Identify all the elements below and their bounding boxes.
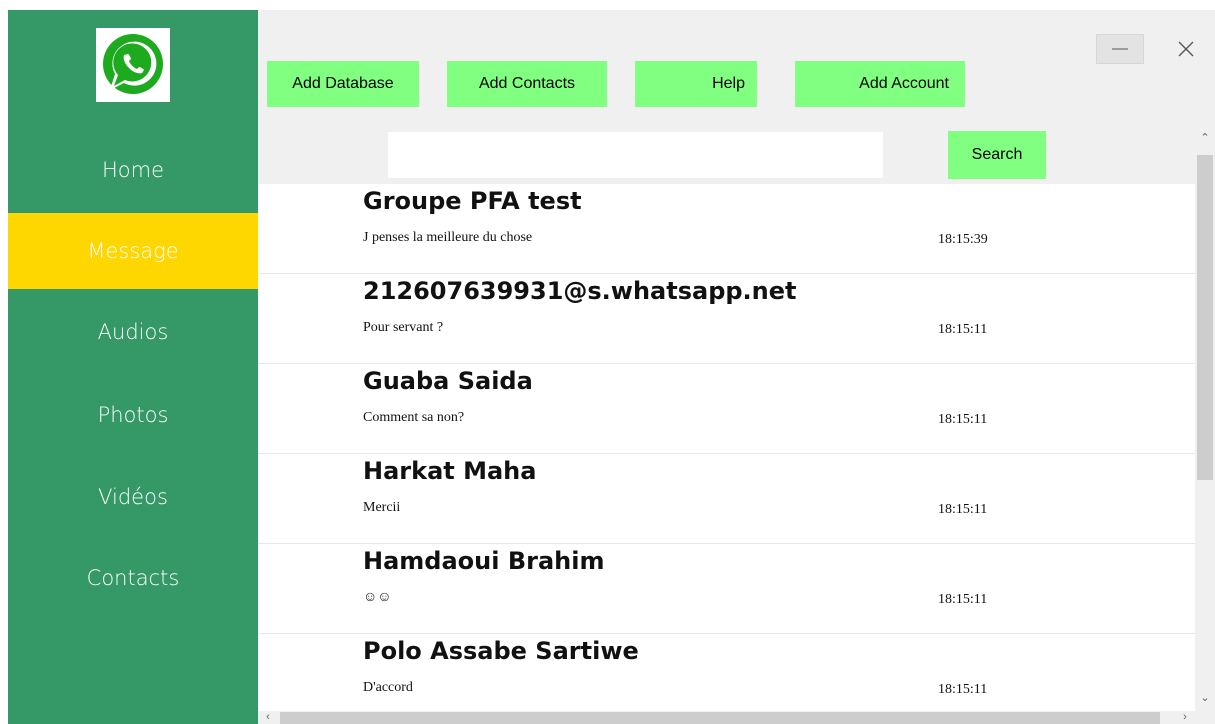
list-item[interactable]: Guaba Saida Comment sa non? 18:15:11: [258, 364, 1195, 454]
contact-name: Guaba Saida: [363, 367, 533, 395]
message-preview: Mercii: [363, 500, 401, 515]
message-time: 18:15:11: [938, 412, 988, 427]
sidebar-item-audios[interactable]: Audios: [8, 294, 258, 370]
horizontal-scrollbar[interactable]: ‹ ›: [258, 711, 1195, 724]
list-item[interactable]: Polo Assabe Sartiwe D'accord 18:15:11: [258, 634, 1195, 711]
message-preview: Comment sa non?: [363, 410, 465, 425]
sidebar-item-label: Audios: [97, 320, 169, 344]
sidebar-item-message[interactable]: Message: [8, 213, 258, 289]
list-item[interactable]: Hamdaoui Brahim ☺☺ 18:15:11: [258, 544, 1195, 634]
scroll-right-icon[interactable]: ›: [1175, 707, 1195, 724]
sidebar-item-label: Photos: [97, 403, 169, 427]
add-contacts-button[interactable]: Add Contacts: [447, 61, 607, 107]
close-button[interactable]: [1162, 34, 1210, 64]
search-button[interactable]: Search: [948, 131, 1046, 179]
scroll-left-icon[interactable]: ‹: [258, 707, 278, 724]
sidebar-item-label: Contacts: [86, 566, 180, 590]
sidebar-item-photos[interactable]: Photos: [8, 377, 258, 453]
contact-name: Polo Assabe Sartiwe: [363, 637, 639, 665]
scroll-up-icon[interactable]: ⌃: [1195, 127, 1215, 147]
sidebar-item-videos[interactable]: Vidéos: [8, 459, 258, 535]
contact-name: Hamdaoui Brahim: [363, 547, 605, 575]
message-preview: J penses la meilleure du chose: [363, 230, 533, 245]
message-preview: Pour servant ?: [363, 320, 444, 335]
title-strip: [0, 0, 1215, 10]
scroll-down-icon[interactable]: ⌄: [1195, 687, 1215, 707]
message-time: 18:15:11: [938, 682, 988, 697]
contact-name: 212607639931@s.whatsapp.net: [363, 277, 797, 305]
message-list: Groupe PFA test J penses la meilleure du…: [258, 184, 1195, 711]
message-time: 18:15:11: [938, 592, 988, 607]
list-item[interactable]: Harkat Maha Mercii 18:15:11: [258, 454, 1195, 544]
sidebar-item-label: Vidéos: [98, 485, 168, 509]
whatsapp-logo: [96, 28, 170, 102]
minimize-icon: [1112, 48, 1128, 50]
message-preview: D'accord: [363, 680, 413, 695]
app-window: Home Message Audios Photos Vidéos Contac…: [0, 0, 1215, 724]
minimize-button[interactable]: [1096, 34, 1144, 64]
sidebar-item-label: Message: [87, 239, 179, 263]
help-button[interactable]: Help: [635, 61, 757, 107]
search-input[interactable]: [388, 132, 883, 178]
contact-name: Harkat Maha: [363, 457, 537, 485]
horizontal-scroll-thumb[interactable]: [280, 712, 1160, 724]
close-icon: [1178, 41, 1194, 57]
sidebar-item-contacts[interactable]: Contacts: [8, 540, 258, 616]
vertical-scrollbar[interactable]: ⌃ ⌄: [1195, 125, 1215, 711]
list-item[interactable]: 212607639931@s.whatsapp.net Pour servant…: [258, 274, 1195, 364]
sidebar: Home Message Audios Photos Vidéos Contac…: [8, 10, 258, 724]
sidebar-item-label: Home: [101, 158, 164, 182]
add-account-button[interactable]: Add Account: [795, 61, 965, 107]
message-time: 18:15:11: [938, 502, 988, 517]
sidebar-item-home[interactable]: Home: [8, 132, 258, 208]
message-preview: ☺☺: [363, 590, 392, 605]
message-time: 18:15:11: [938, 322, 988, 337]
main-panel: Add Database Add Contacts Help Add Accou…: [258, 10, 1215, 724]
list-item[interactable]: Groupe PFA test J penses la meilleure du…: [258, 184, 1195, 274]
vertical-scroll-thumb[interactable]: [1197, 155, 1213, 480]
message-time: 18:15:39: [938, 232, 988, 247]
contact-name: Groupe PFA test: [363, 187, 582, 215]
add-database-button[interactable]: Add Database: [267, 61, 419, 107]
